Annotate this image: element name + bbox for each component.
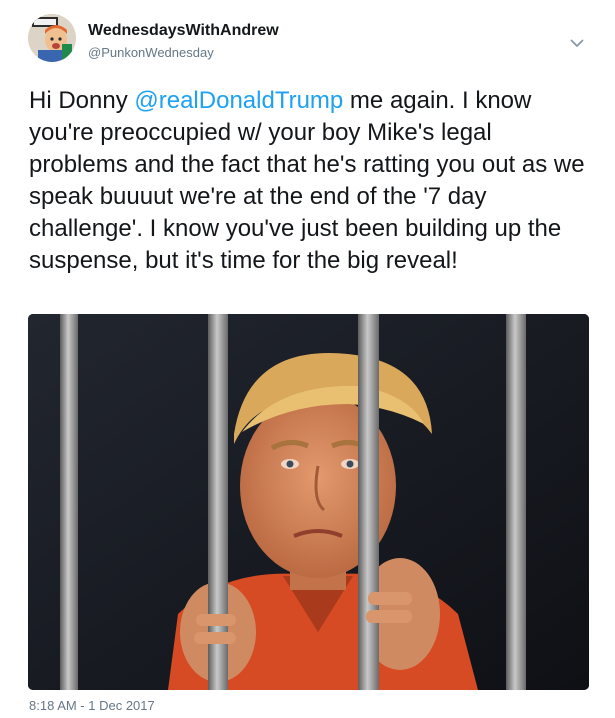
chevron-down-icon bbox=[570, 39, 584, 47]
mention-link[interactable]: @realDonaldTrump bbox=[134, 87, 343, 114]
author-display-name[interactable]: WednesdaysWithAndrew bbox=[88, 21, 279, 41]
author-avatar[interactable] bbox=[28, 14, 76, 62]
avatar-image bbox=[28, 14, 76, 62]
jail-bars-photo bbox=[28, 314, 589, 690]
tweet-menu-button[interactable] bbox=[566, 32, 588, 54]
tweet-text-body: me again. I know you're preoccupied w/ y… bbox=[29, 87, 585, 274]
author-handle[interactable]: @PunkonWednesday bbox=[88, 45, 214, 61]
tweet-card: WednesdaysWithAndrew @PunkonWednesday Hi… bbox=[0, 0, 615, 718]
tweet-text: Hi Donny @realDonaldTrump me again. I kn… bbox=[29, 85, 595, 277]
tweet-text-intro: Hi Donny bbox=[29, 87, 135, 114]
tweet-media-image[interactable] bbox=[28, 314, 589, 690]
tweet-timestamp[interactable]: 8:18 AM - 1 Dec 2017 bbox=[29, 698, 155, 714]
